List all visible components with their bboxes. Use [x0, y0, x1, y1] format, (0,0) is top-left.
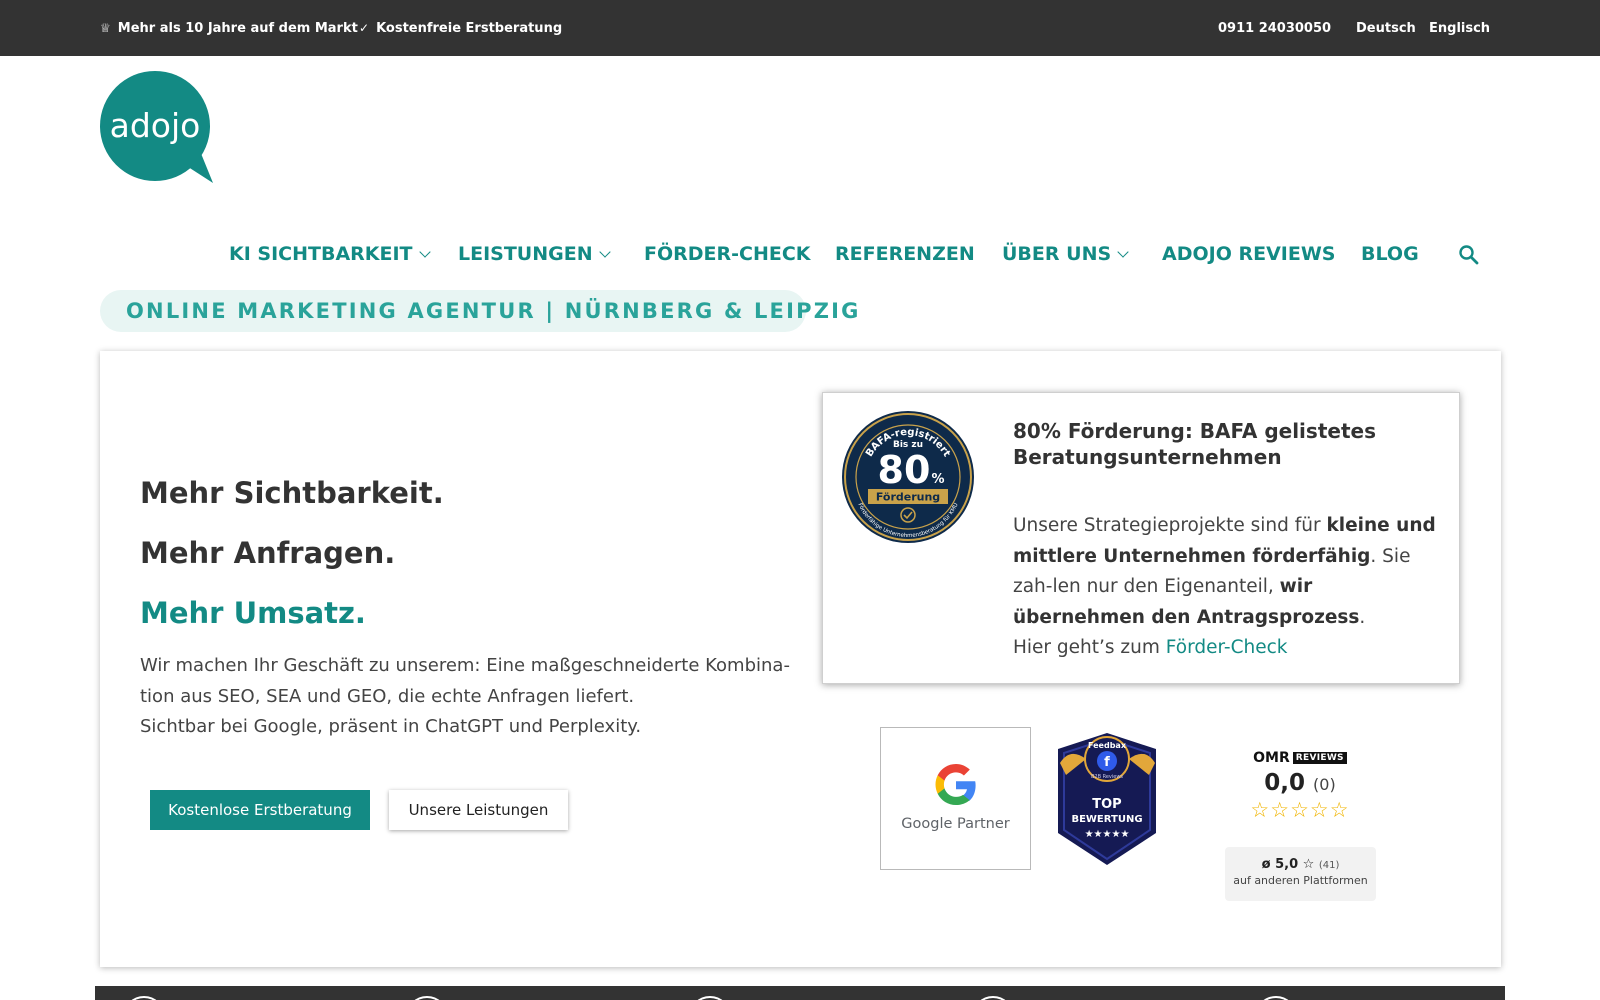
chevron-down-icon — [1117, 245, 1129, 258]
feedbax-name: Feedbax — [1088, 741, 1127, 750]
star-icon: ☆ — [1302, 857, 1315, 872]
feedbax-stars: ★★★★★ — [1085, 829, 1130, 840]
bafa-text-1: Unsere Strategieprojekte sind für — [1013, 515, 1327, 536]
hero-headline-3: Mehr Umsatz. — [140, 596, 366, 630]
adojo-logo[interactable]: adojo — [100, 71, 213, 184]
hero-headline-1: Mehr Sichtbarkeit. — [140, 476, 444, 510]
hero-description: Wir machen Ihr Geschäft zu unserem: Eine… — [140, 651, 790, 743]
hero-headline-2: Mehr Anfragen. — [140, 536, 396, 570]
bafa-text-4: Hier geht’s zum — [1013, 637, 1166, 658]
bafa-badge-number: 80 — [878, 448, 931, 492]
bafa-text-3: . — [1359, 606, 1366, 628]
nav-foerder-check-label: FÖRDER-CHECK — [644, 243, 811, 265]
language-en-link[interactable]: Englisch — [1429, 0, 1490, 56]
nav-referenzen[interactable]: REFERENZEN — [835, 236, 975, 272]
tagline: ONLINE MARKETING AGENTUR | NÜRNBERG & LE… — [100, 290, 858, 332]
chevron-down-icon — [598, 245, 611, 258]
nav-adojo-reviews-label: ADOJO REVIEWS — [1162, 243, 1336, 265]
topbar-consultation-text: Kostenfreie Erstberatung — [376, 20, 563, 36]
topbar-consultation: ✓ Kostenfreie Erstberatung — [359, 0, 562, 56]
hero-description-line-2: Sichtbar bei Google, präsent in ChatGPT … — [140, 716, 642, 737]
crown-icon: ♕ — [100, 21, 111, 35]
language-de-link[interactable]: Deutsch — [1356, 0, 1416, 56]
google-g-icon — [935, 764, 976, 805]
feedbax-badge[interactable]: Feedbax f B2B Reviews TOP BEWERTUNG ★★★★… — [1052, 729, 1163, 869]
nav-ueber-uns-label: ÜBER UNS — [1002, 243, 1112, 265]
bafa-badge-band: Förderung — [876, 491, 940, 504]
omr-other-avg-value: ø 5,0 — [1261, 857, 1299, 872]
feedbax-line-1: TOP — [1092, 797, 1121, 812]
nav-ki-sichtbarkeit[interactable]: KI SICHTBARKEIT — [229, 236, 431, 272]
feedbax-sub: B2B Reviews — [1091, 774, 1123, 780]
free-consultation-button[interactable]: Kostenlose Erstberatung — [150, 790, 370, 830]
omr-logo-text: OMR — [1253, 750, 1290, 766]
chevron-down-icon — [418, 245, 431, 258]
topbar-phone[interactable]: 0911 24030050 — [1218, 0, 1331, 56]
omr-other-average: ø 5,0 ☆ (41) — [1225, 857, 1376, 872]
nav-leistungen-label: LEISTUNGEN — [458, 243, 593, 265]
omr-logo: OMR REVIEWS — [1225, 750, 1375, 766]
bafa-badge: BAFA-registriert Förderfähige Unternehme… — [842, 411, 974, 543]
check-icon: ✓ — [359, 21, 370, 35]
feedbax-f-icon: f — [1104, 755, 1110, 770]
search-icon[interactable] — [1458, 244, 1480, 266]
feedbax-line-2: BEWERTUNG — [1071, 814, 1142, 825]
bafa-title: 80% Förderung: BAFA gelistetes Beratungs… — [1013, 419, 1376, 469]
nav-foerder-check[interactable]: FÖRDER-CHECK — [644, 236, 811, 272]
omr-other-platforms: ø 5,0 ☆ (41) auf anderen Plattformen — [1225, 847, 1376, 901]
nav-adojo-reviews[interactable]: ADOJO REVIEWS — [1162, 236, 1335, 272]
nav-ki-sichtbarkeit-label: KI SICHTBARKEIT — [229, 243, 413, 265]
omr-score-count: (0) — [1313, 775, 1336, 794]
logo-text: adojo — [110, 106, 201, 145]
bafa-description: Unsere Strategieprojekte sind für kleine… — [1013, 511, 1438, 664]
nav-leistungen[interactable]: LEISTUNGEN — [458, 236, 611, 272]
nav-ueber-uns[interactable]: ÜBER UNS — [1002, 236, 1129, 272]
nav-blog-label: BLOG — [1361, 243, 1419, 265]
our-services-button[interactable]: Unsere Leistungen — [389, 790, 568, 830]
omr-other-avg-count: (41) — [1318, 860, 1340, 871]
omr-score-value: 0,0 — [1264, 770, 1306, 796]
omr-reviews-widget[interactable]: OMR REVIEWS 0,0 (0) ☆☆☆☆☆ — [1225, 750, 1375, 822]
nav-referenzen-label: REFERENZEN — [835, 243, 975, 265]
topbar-experience-text: Mehr als 10 Jahre auf dem Markt — [117, 20, 358, 36]
feature-strip — [95, 986, 1505, 1000]
topbar-experience: ♕ Mehr als 10 Jahre auf dem Markt — [100, 0, 358, 56]
omr-logo-tag: REVIEWS — [1292, 752, 1347, 764]
omr-star-rating: ☆☆☆☆☆ — [1250, 798, 1350, 822]
foerder-check-link[interactable]: Förder-Check — [1166, 637, 1288, 658]
nav-blog[interactable]: BLOG — [1361, 236, 1419, 272]
top-bar: ♕ Mehr als 10 Jahre auf dem Markt ✓ Kost… — [0, 0, 1600, 56]
omr-score: 0,0 (0) — [1225, 770, 1375, 796]
hero-description-line-1: Wir machen Ihr Geschäft zu unserem: Eine… — [140, 655, 790, 707]
google-partner-badge[interactable]: Google Partner — [880, 727, 1031, 870]
google-partner-label: Google Partner — [901, 816, 1010, 832]
bafa-badge-percent: % — [931, 472, 944, 487]
omr-other-label: auf anderen Plattformen — [1233, 874, 1368, 887]
